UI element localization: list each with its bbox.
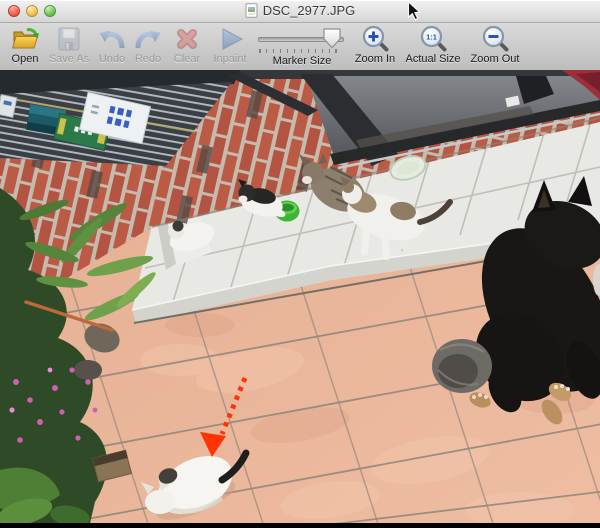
zoom-in-button[interactable]: Zoom In bbox=[350, 25, 400, 65]
photo-canvas[interactable] bbox=[0, 70, 600, 528]
open-label: Open bbox=[11, 53, 39, 65]
redo-button[interactable]: Redo bbox=[130, 25, 166, 65]
zoom-out-button[interactable]: Zoom Out bbox=[466, 25, 524, 65]
magnifier-minus-icon bbox=[482, 25, 509, 52]
undo-button[interactable]: Undo bbox=[94, 25, 130, 65]
window-title: DSC_2977.JPG bbox=[262, 3, 356, 18]
title-bar: DSC_2977.JPG bbox=[0, 0, 600, 23]
marker-size-slider: Marker Size bbox=[252, 25, 352, 69]
slider-thumb[interactable] bbox=[322, 27, 342, 49]
inpaint-button[interactable]: Inpaint bbox=[206, 25, 254, 65]
photo-image bbox=[0, 70, 600, 528]
toolbar: Open Save As Undo Redo Clear Inpaint Mar… bbox=[0, 23, 600, 71]
zoom-in-label: Zoom In bbox=[354, 53, 396, 65]
magnifier-plus-icon bbox=[362, 25, 389, 52]
play-triangle-icon bbox=[222, 28, 244, 50]
clear-button[interactable]: Clear bbox=[168, 25, 206, 65]
undo-arrow-icon bbox=[99, 30, 125, 49]
folder-open-icon bbox=[11, 28, 39, 49]
floppy-disk-icon bbox=[58, 27, 80, 51]
one-to-one-text: 1:1 bbox=[426, 33, 437, 42]
dog-tail bbox=[432, 339, 492, 393]
magnifier-1to1-icon: 1:1 bbox=[420, 25, 447, 52]
slider-ticks bbox=[259, 49, 337, 53]
save-as-button[interactable]: Save As bbox=[46, 25, 92, 65]
marker-size-label: Marker Size bbox=[272, 55, 332, 67]
clear-label: Clear bbox=[173, 53, 201, 65]
red-x-icon bbox=[177, 29, 197, 49]
redo-label: Redo bbox=[134, 53, 162, 65]
app-window: DSC_2977.JPG Open Save As Undo Redo Clea… bbox=[0, 0, 600, 528]
actual-size-button[interactable]: 1:1 Actual Size bbox=[402, 25, 464, 65]
open-button[interactable]: Open bbox=[4, 25, 46, 65]
save-as-label: Save As bbox=[48, 53, 90, 65]
titlebar-highlight bbox=[0, 0, 600, 1]
mouse-cursor bbox=[407, 1, 421, 21]
actual-size-label: Actual Size bbox=[405, 53, 461, 65]
inpaint-label: Inpaint bbox=[213, 53, 247, 65]
redo-arrow-icon bbox=[135, 30, 161, 49]
document-proxy-icon[interactable] bbox=[245, 3, 258, 18]
zoom-out-label: Zoom Out bbox=[470, 53, 520, 65]
undo-label: Undo bbox=[98, 53, 126, 65]
